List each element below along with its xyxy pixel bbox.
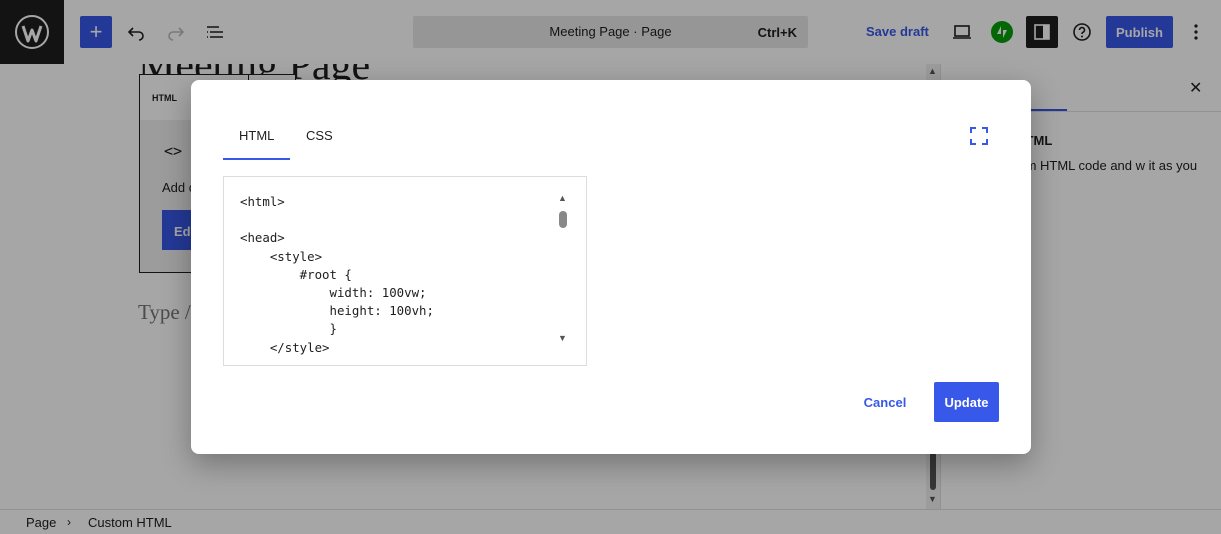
code-content[interactable]: <html> <head> <style> #root { width: 100… [240, 193, 434, 357]
html-code-editor[interactable]: <html> <head> <style> #root { width: 100… [223, 176, 587, 366]
tab-css[interactable]: CSS [306, 128, 333, 143]
scrollbar-thumb[interactable] [559, 211, 567, 228]
code-scrollbar[interactable]: ▲ ▼ [556, 193, 570, 347]
custom-html-edit-modal: HTML CSS <html> <head> <style> #root { w… [191, 80, 1031, 454]
scroll-up-arrow-icon[interactable]: ▲ [558, 193, 567, 203]
update-button[interactable]: Update [934, 382, 999, 422]
tab-html[interactable]: HTML [239, 128, 274, 143]
fullscreen-icon[interactable] [970, 127, 988, 145]
active-tab-indicator [223, 158, 290, 160]
scroll-down-arrow-icon[interactable]: ▼ [558, 333, 567, 343]
cancel-button[interactable]: Cancel [855, 382, 915, 422]
